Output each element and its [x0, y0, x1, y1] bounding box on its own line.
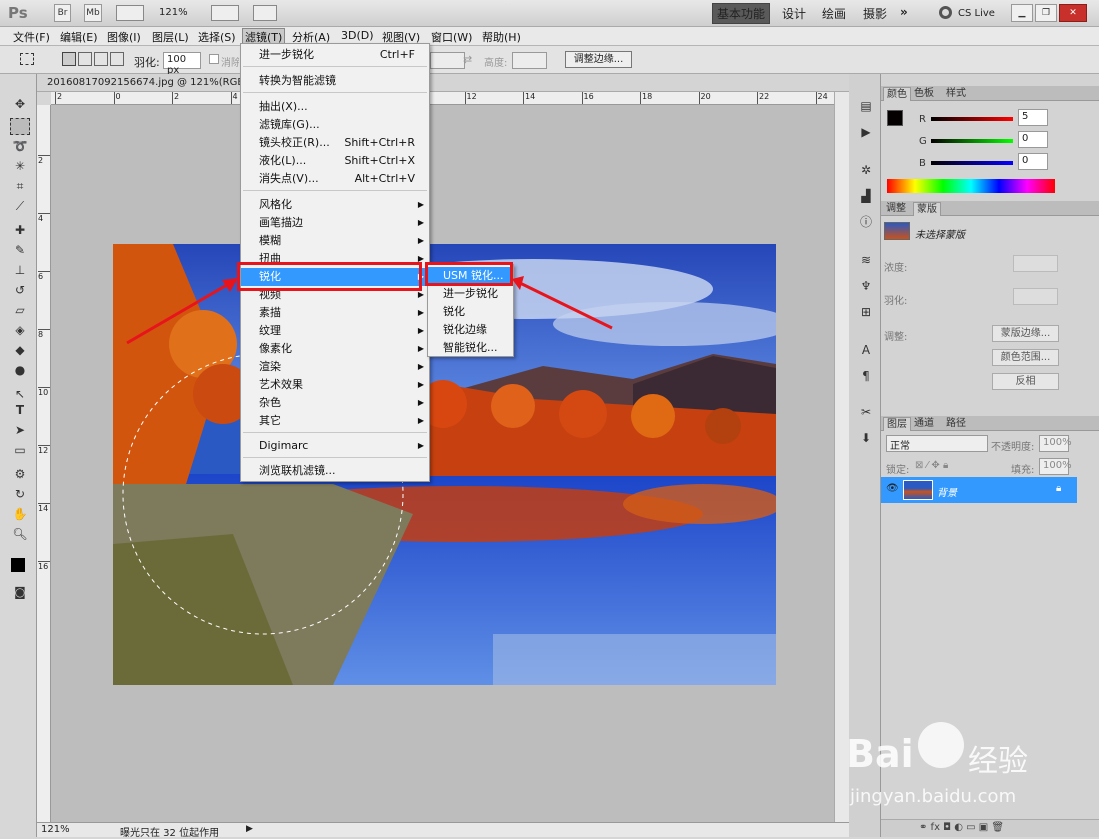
info-panel-icon[interactable]: ⓘ: [856, 214, 876, 231]
watermark-url: jingyan.baidu.com: [850, 786, 1017, 807]
fill-input[interactable]: 100%: [1039, 458, 1072, 475]
tab-layers[interactable]: 图层: [883, 417, 911, 431]
color-panel-tabs: 颜色 色板 样式: [881, 86, 1099, 101]
layer-row-background[interactable]: 👁︎ 背景 🔒︎: [881, 477, 1077, 503]
paw-logo-icon: [918, 722, 964, 768]
baidu-watermark: Bai 经验 jingyan.baidu.com: [846, 722, 1086, 822]
watermark-brand: Bai: [846, 732, 914, 776]
r-input[interactable]: 5: [1018, 109, 1048, 126]
clone-source-icon[interactable]: ♆: [856, 278, 876, 295]
histogram-panel-icon[interactable]: ▟: [856, 188, 876, 205]
mask-feather-input[interactable]: [1013, 288, 1058, 305]
invert-button[interactable]: 反相: [992, 373, 1059, 390]
refine-label: 调整:: [884, 332, 908, 343]
tab-adjustments[interactable]: 调整: [883, 202, 909, 216]
opacity-input[interactable]: 100%: [1039, 435, 1072, 452]
g-slider[interactable]: [931, 139, 1013, 143]
color-spectrum-bar[interactable]: [887, 179, 1055, 193]
r-slider[interactable]: [931, 117, 1013, 121]
g-label: G: [919, 136, 927, 147]
tab-color[interactable]: 颜色: [883, 87, 911, 101]
color-panel-foreground[interactable]: [887, 110, 903, 126]
navigator-panel-icon[interactable]: ✲: [856, 162, 876, 179]
b-label: B: [919, 158, 926, 169]
mask-panel-tabs: 调整 蒙版: [881, 201, 1099, 216]
layer-footer-icons[interactable]: ⚭ fx ◘ ◐ ▭ ▣ 🗑︎: [919, 822, 1004, 833]
3d-panel-icon[interactable]: ✂: [856, 404, 876, 421]
tab-styles[interactable]: 样式: [943, 87, 969, 101]
history-panel-icon[interactable]: ▤: [856, 98, 876, 115]
b-slider[interactable]: [931, 161, 1013, 165]
mask-feather-label: 羽化:: [884, 296, 908, 307]
character-panel-icon[interactable]: A: [856, 342, 876, 359]
blend-mode-select[interactable]: 正常: [886, 435, 988, 452]
paragraph-panel-icon[interactable]: ¶: [856, 368, 876, 385]
mask-edge-button[interactable]: 蒙版边缘...: [992, 325, 1059, 342]
layer-name[interactable]: 背景: [937, 484, 957, 499]
layer-visibility-icon[interactable]: 👁︎: [886, 483, 899, 494]
tab-channels[interactable]: 通道: [911, 417, 937, 431]
actions-panel-icon[interactable]: ▶: [856, 124, 876, 141]
density-label: 浓度:: [884, 263, 908, 274]
tab-paths[interactable]: 路径: [943, 417, 969, 431]
layers-panel-tabs: 图层 通道 路径: [881, 416, 1099, 431]
watermark-brand2: 经验: [968, 744, 1028, 779]
density-input[interactable]: [1013, 255, 1058, 272]
color-range-button[interactable]: 颜色范围...: [992, 349, 1059, 366]
r-label: R: [919, 114, 926, 125]
tab-masks[interactable]: 蒙版: [913, 202, 941, 216]
layer-lock-icon: 🔒︎: [1056, 483, 1062, 494]
lock-label: 锁定:: [886, 465, 910, 476]
mask-title: 未选择蒙版: [915, 230, 965, 241]
lock-icons[interactable]: ⊠ ⁄ ✥ 🔒︎: [915, 460, 948, 471]
mask-thumbnail: [884, 222, 910, 240]
g-input[interactable]: 0: [1018, 131, 1048, 148]
opacity-label: 不透明度:: [991, 442, 1035, 453]
tool-presets-icon[interactable]: ⊞: [856, 304, 876, 321]
b-input[interactable]: 0: [1018, 153, 1048, 170]
brush-presets-icon[interactable]: ≋: [856, 252, 876, 269]
fill-label: 填充:: [1011, 465, 1035, 476]
layer-thumbnail: [903, 480, 933, 500]
measurement-panel-icon[interactable]: ⬇: [856, 430, 876, 447]
tab-swatches[interactable]: 色板: [911, 87, 937, 101]
